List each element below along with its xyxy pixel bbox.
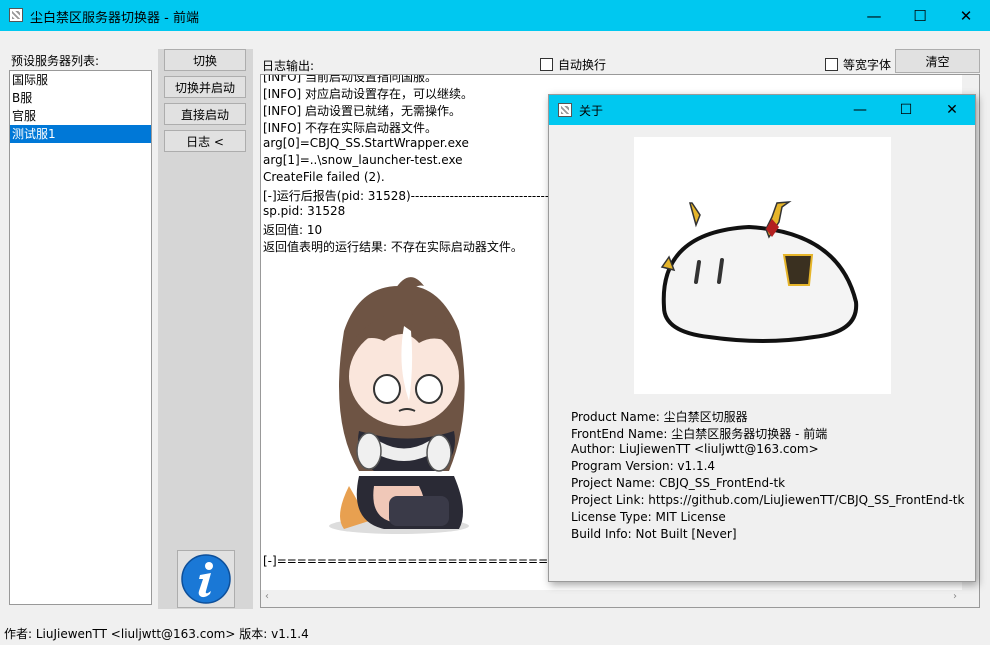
launch-direct-button[interactable]: 直接启动: [164, 103, 246, 125]
monospace-label: 等宽字体: [843, 58, 892, 72]
close-icon: ✕: [946, 102, 958, 118]
log-line: [INFO] 启动设置已就绪，无需操作。: [263, 104, 462, 118]
about-dialog: 关于 — ☐ ✕ Product Name: 尘白禁区切服器 FrontEnd …: [548, 94, 976, 582]
horizontal-scrollbar[interactable]: ‹ ›: [261, 590, 979, 607]
close-button[interactable]: ✕: [943, 0, 989, 31]
chibi-character: [329, 277, 469, 534]
auto-wrap-label: 自动换行: [558, 58, 607, 72]
minimize-button[interactable]: —: [851, 0, 897, 31]
server-list-item[interactable]: 国际服: [10, 71, 151, 89]
about-frontend-name: FrontEnd Name: 尘白禁区服务器切换器 - 前端: [571, 427, 828, 441]
app-icon: [9, 8, 23, 22]
info-icon: [181, 554, 231, 604]
about-logo: [634, 137, 891, 394]
log-label: 日志输出:: [262, 59, 315, 73]
monospace-checkbox[interactable]: 等宽字体: [825, 56, 891, 73]
about-title: 关于: [579, 104, 604, 118]
scroll-left-icon[interactable]: ‹: [265, 591, 269, 602]
app-icon: [558, 103, 572, 117]
switch-button[interactable]: 切换: [164, 49, 246, 71]
log-line: arg[0]=CBJQ_SS.StartWrapper.exe: [263, 136, 469, 150]
scroll-right-icon[interactable]: ›: [953, 591, 957, 602]
about-title-bar[interactable]: 关于 — ☐ ✕: [549, 95, 975, 125]
server-list-label: 预设服务器列表:: [11, 54, 100, 68]
about-project-name: Project Name: CBJQ_SS_FrontEnd-tk: [571, 476, 786, 490]
about-close-button[interactable]: ✕: [929, 95, 975, 125]
log-line: sp.pid: 31528: [263, 204, 346, 218]
log-toggle-button[interactable]: 日志 <: [164, 130, 246, 152]
auto-wrap-checkbox[interactable]: 自动换行: [540, 56, 606, 73]
log-line: CreateFile failed (2).: [263, 170, 385, 184]
maximize-icon: ☐: [913, 6, 927, 25]
server-list-item-selected[interactable]: 测试服1: [10, 125, 151, 143]
minimize-icon: —: [853, 102, 867, 118]
button-panel: 切换 切换并启动 直接启动 日志 <: [158, 49, 253, 609]
server-list[interactable]: 国际服 B服 官服 测试服1: [9, 70, 152, 605]
clear-button[interactable]: 清空: [895, 49, 980, 73]
about-license-type: License Type: MIT License: [571, 510, 726, 524]
white-blob-mascot: [660, 201, 859, 343]
about-build-info: Build Info: Not Built [Never]: [571, 527, 737, 541]
log-line: [INFO] 对应启动设置存在，可以继续。: [263, 87, 474, 101]
about-maximize-button[interactable]: ☐: [883, 95, 929, 125]
log-line: arg[1]=..\snow_launcher-test.exe: [263, 153, 463, 167]
server-list-item[interactable]: 官服: [10, 107, 151, 125]
log-line: 返回值表明的运行结果: 不存在实际启动器文件。: [263, 240, 523, 254]
about-minimize-button[interactable]: —: [837, 95, 883, 125]
main-title-bar[interactable]: 尘白禁区服务器切换器 - 前端 — ☐ ✕: [0, 0, 990, 31]
checkbox-box: [825, 58, 838, 71]
about-project-link[interactable]: Project Link: https://github.com/LiuJiew…: [571, 493, 964, 507]
maximize-button[interactable]: ☐: [897, 0, 943, 31]
server-list-item[interactable]: B服: [10, 89, 151, 107]
about-author: Author: LiuJiewenTT <liuljwtt@163.com>: [571, 442, 819, 456]
switch-and-launch-button[interactable]: 切换并启动: [164, 76, 246, 98]
log-line: [INFO] 当前启动设置指向国服。: [263, 74, 438, 84]
status-bar: 作者: LiuJiewenTT <liuljwtt@163.com> 版本: v…: [4, 627, 309, 641]
window-title: 尘白禁区服务器切换器 - 前端: [30, 11, 199, 26]
log-line: 返回值: 10: [263, 223, 323, 237]
close-icon: ✕: [959, 6, 973, 25]
about-program-version: Program Version: v1.1.4: [571, 459, 716, 473]
maximize-icon: ☐: [899, 102, 913, 118]
about-product-name: Product Name: 尘白禁区切服器: [571, 410, 748, 424]
checkbox-box: [540, 58, 553, 71]
minimize-icon: —: [866, 6, 882, 25]
log-line: [INFO] 不存在实际启动器文件。: [263, 121, 438, 135]
about-button[interactable]: [177, 550, 235, 608]
